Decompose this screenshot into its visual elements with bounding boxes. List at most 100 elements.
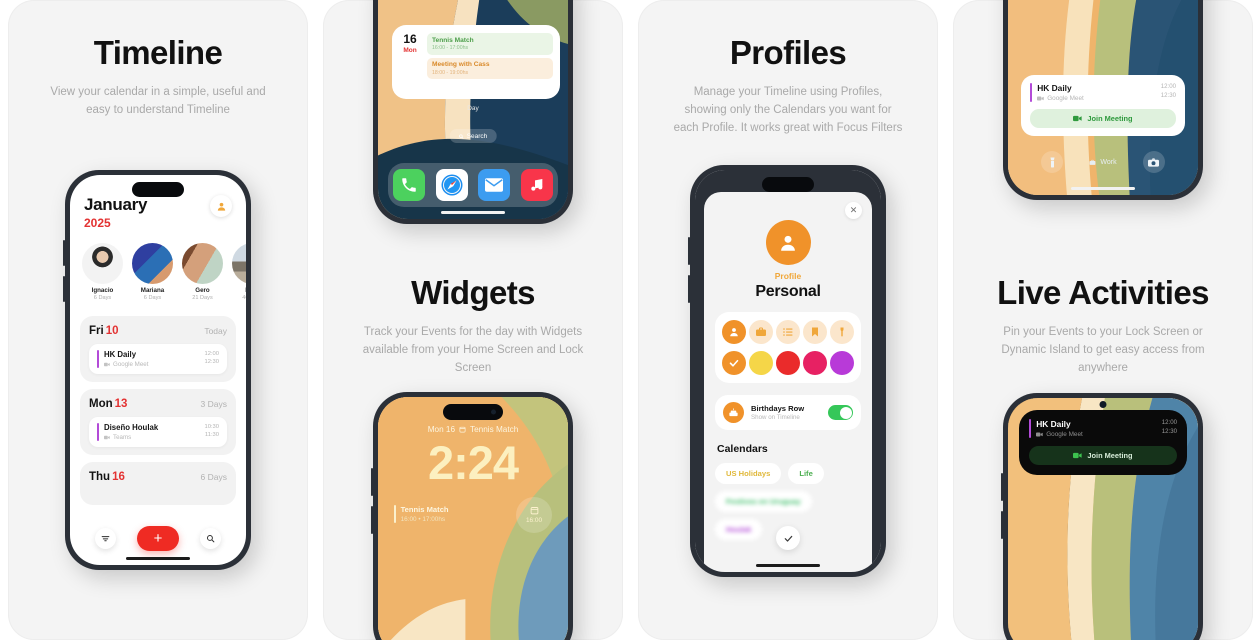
page-subtitle: Manage your Timeline using Profiles, sho… <box>673 86 903 134</box>
avatar <box>82 243 123 284</box>
birthdays-row-setting[interactable]: Birthdays Row Show on Timeline <box>715 395 861 430</box>
search-pill[interactable]: Search <box>449 129 497 143</box>
avatar-name: Gero <box>195 287 210 294</box>
event-color-bar <box>97 423 99 441</box>
avatar <box>182 243 223 284</box>
avatar-item[interactable]: Fede 46 Days <box>232 243 246 301</box>
profile-button[interactable] <box>210 195 232 217</box>
color-option-yellow[interactable] <box>749 351 773 375</box>
icon-option-briefcase[interactable] <box>749 320 773 344</box>
filter-button[interactable] <box>94 528 116 549</box>
lock-bottom-controls[interactable]: Work <box>1008 151 1198 173</box>
panel-header: Live Activities Pin your Events to your … <box>953 240 1253 377</box>
lock-screen-event-widget[interactable]: Tennis Match 16:00 • 17:00hs <box>394 505 449 523</box>
camera-button[interactable] <box>1142 151 1165 173</box>
day-label: Thu <box>89 471 111 483</box>
dynamic-island-expanded[interactable]: HK Daily Google Meet 12:00 12:30 Join Me… <box>1019 410 1187 475</box>
bookmark-icon <box>812 327 818 337</box>
color-option-purple[interactable] <box>830 351 854 375</box>
video-camera-icon <box>104 362 110 367</box>
mail-app-icon[interactable] <box>478 169 511 201</box>
envelope-icon <box>485 178 504 192</box>
phone-screen: January 2025 Ignacio 6 Days Mariana 6 Da… <box>70 175 246 565</box>
video-camera-icon <box>1037 96 1044 101</box>
event-color-bar <box>394 505 396 523</box>
widget-event-row[interactable]: Tennis Match 16:00 - 17:00hs <box>427 33 553 55</box>
add-event-button[interactable]: + <box>136 526 179 551</box>
flashlight-button[interactable] <box>1041 151 1064 173</box>
compass-icon <box>441 174 463 196</box>
flashlight-icon <box>1050 157 1055 167</box>
check-icon <box>729 359 739 367</box>
avatar <box>132 243 173 284</box>
event-color-bar <box>1029 419 1032 438</box>
search-button[interactable] <box>200 528 222 549</box>
fork-icon <box>840 327 844 337</box>
people-avatars-row[interactable]: Ignacio 6 Days Mariana 6 Days Gero 21 Da… <box>70 234 246 309</box>
calendar-chip[interactable]: Festivos en Uruguay <box>715 491 812 512</box>
event-row[interactable]: HK Daily Google Meet 12:00 12:30 <box>89 344 227 374</box>
dock[interactable] <box>388 163 558 207</box>
bottom-toolbar[interactable]: + <box>70 526 246 551</box>
lock-clock: 2:24 <box>427 436 519 489</box>
widget-event-time: 16:00 - 17:00hs <box>432 45 469 51</box>
day-card[interactable]: Thu 16 6 Days <box>80 462 236 505</box>
panel-live-activities: HK Daily Google Meet 12:00 12:30 Join Me… <box>953 0 1253 640</box>
calendar-chip[interactable]: Houlak <box>715 519 763 540</box>
avatar-item[interactable]: Gero 21 Days <box>182 243 223 301</box>
profile-sheet: ✕ Profile Personal Birthdays Row Show on… <box>704 192 872 572</box>
join-meeting-button[interactable]: Join Meeting <box>1029 446 1177 465</box>
calendars-heading: Calendars <box>717 443 768 455</box>
avatar-days: 6 Days <box>93 295 112 301</box>
icon-option-bookmark[interactable] <box>803 320 827 344</box>
confirm-button[interactable] <box>776 526 800 550</box>
avatar-item[interactable]: Ignacio 6 Days <box>82 243 123 301</box>
phone-app-icon[interactable] <box>393 169 426 201</box>
widget-value: 16:00 <box>526 517 542 524</box>
year-label: 2025 <box>84 216 111 230</box>
day-number: 10 <box>105 325 119 337</box>
join-meeting-button[interactable]: Join Meeting <box>1030 109 1176 128</box>
day-card[interactable]: Fri 10 Today HK Daily Google Meet 12:00 … <box>80 316 236 382</box>
avatar-item[interactable]: Mariana 6 Days <box>132 243 173 301</box>
color-option-red[interactable] <box>776 351 800 375</box>
event-row[interactable]: Diseño Houlak Teams 10:30 11:30 <box>89 417 227 447</box>
day-meta: Today <box>204 326 227 336</box>
page-subtitle: View your calendar in a simple, useful a… <box>50 86 266 116</box>
avatar-days: 46 Days <box>242 295 246 301</box>
search-icon <box>207 535 215 543</box>
calendar-chip[interactable]: Life <box>788 463 824 484</box>
video-camera-icon <box>1073 115 1083 122</box>
avatar <box>232 243 246 284</box>
icon-options-row[interactable] <box>722 320 854 344</box>
widget-event-title: Meeting with Cass <box>432 61 490 68</box>
video-camera-icon <box>104 435 110 440</box>
event-title: Tennis Match <box>400 505 449 514</box>
icon-color-picker[interactable] <box>715 312 861 383</box>
icon-option-person[interactable] <box>722 320 746 344</box>
home-indicator <box>126 556 190 560</box>
icon-option-fork[interactable] <box>830 320 854 344</box>
lock-circular-widget[interactable]: 16:00 <box>516 497 552 533</box>
briefcase-icon <box>1089 159 1096 165</box>
widget-event-row[interactable]: Meeting with Cass 18:00 - 19:00hs <box>427 57 553 79</box>
birthdays-row-toggle[interactable] <box>828 405 853 420</box>
day-card[interactable]: Mon 13 3 Days Diseño Houlak Teams 10:30 … <box>80 389 236 455</box>
close-button[interactable]: ✕ <box>845 202 862 219</box>
icon-option-list[interactable] <box>776 320 800 344</box>
color-option-orange-selected[interactable] <box>722 351 746 375</box>
profile-avatar[interactable] <box>765 220 811 265</box>
panel-header: Timeline View your calendar in a simple,… <box>8 0 308 120</box>
live-activity-card[interactable]: HK Daily Google Meet 12:00 12:30 Join Me… <box>1021 75 1185 136</box>
event-source: Google Meet <box>104 361 148 368</box>
event-title: Diseño Houlak <box>104 423 159 432</box>
event-title: HK Daily <box>1037 83 1072 93</box>
focus-label: Work <box>1100 158 1117 166</box>
camera-icon <box>1148 157 1160 167</box>
calendar-chip[interactable]: US Holidays <box>715 463 782 484</box>
music-app-icon[interactable] <box>520 169 553 201</box>
safari-app-icon[interactable] <box>435 169 468 201</box>
calendar-home-widget[interactable]: 16 Mon Tennis Match 16:00 - 17:00hs Meet… <box>392 25 560 99</box>
color-options-row[interactable] <box>722 351 854 375</box>
color-option-pink[interactable] <box>803 351 827 375</box>
